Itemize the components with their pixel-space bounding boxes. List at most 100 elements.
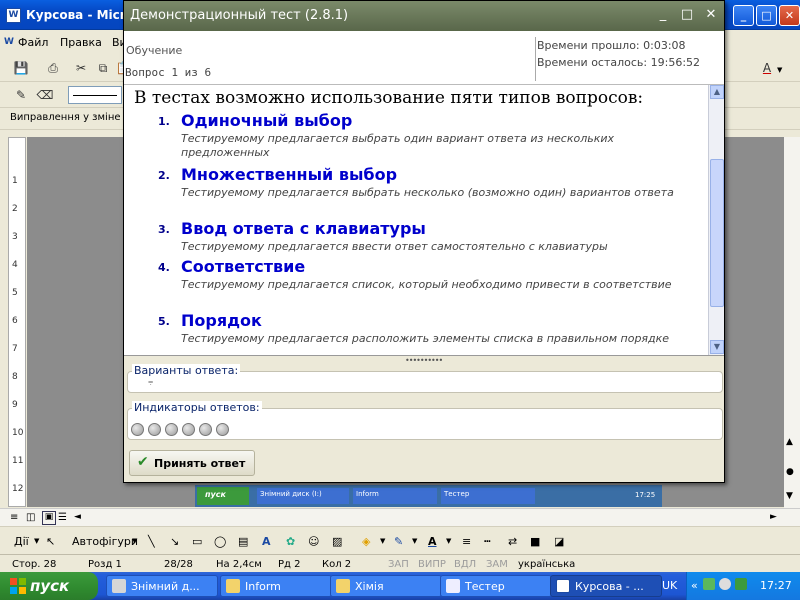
chevron-down-icon[interactable]: ▼: [132, 537, 137, 545]
thumb-task: Inform: [353, 488, 437, 504]
header-divider: [535, 37, 536, 81]
task-inform[interactable]: Inform: [220, 575, 332, 597]
status-trk[interactable]: ВИПР: [418, 559, 446, 570]
menu-file[interactable]: Файл: [18, 36, 48, 49]
shadow-icon[interactable]: ■: [530, 535, 540, 548]
item-title: Множественный выбор: [181, 165, 398, 184]
wordart-icon[interactable]: A: [262, 535, 271, 548]
status-language: українська: [518, 559, 576, 570]
task-label: Знімний д...: [131, 580, 200, 593]
3d-style-icon[interactable]: ◪: [554, 535, 564, 548]
rectangle-icon[interactable]: ▭: [192, 535, 202, 548]
document-vertical-scrollbar[interactable]: ▲ ● ▼: [784, 137, 800, 508]
dialog-title: Демонстрационный тест (2.8.1): [130, 8, 349, 23]
item-description: Тестируемому предлагается ввести ответ с…: [181, 240, 608, 253]
save-icon[interactable]: 💾: [12, 59, 30, 77]
accept-answer-button[interactable]: ✔ Принять ответ: [129, 450, 255, 476]
tray-expand-icon[interactable]: «: [691, 579, 698, 592]
previous-page-icon[interactable]: ▲: [786, 437, 793, 447]
taskbar: пуск Знімний д... Inform Хімія Тестер Ку…: [0, 572, 800, 600]
chevron-down-icon[interactable]: ▼: [446, 537, 451, 545]
task-word-document[interactable]: Курсова - ...: [550, 575, 662, 597]
task-label: Курсова - ...: [575, 580, 644, 593]
scroll-down-icon[interactable]: ▼: [710, 340, 724, 354]
scroll-right-icon[interactable]: ►: [770, 512, 777, 522]
chevron-down-icon[interactable]: ▼: [777, 66, 782, 74]
ruler-number: 2: [12, 204, 18, 214]
folder-icon: [226, 579, 240, 593]
outline-view-icon[interactable]: ☰: [58, 512, 67, 523]
safe-remove-icon[interactable]: [735, 578, 747, 590]
task-tester[interactable]: Тестер: [440, 575, 552, 597]
diagram-icon[interactable]: ✿: [286, 535, 295, 548]
line-style-icon[interactable]: ≡: [462, 535, 471, 548]
print-icon[interactable]: ⎙: [44, 59, 62, 77]
arrow-style-icon[interactable]: ⇄: [508, 535, 517, 548]
copy-icon[interactable]: ⧉: [94, 59, 112, 77]
task-removable-disk[interactable]: Знімний д...: [106, 575, 218, 597]
status-ovr[interactable]: ЗАМ: [486, 559, 508, 570]
question-scrollbar[interactable]: ▲ ▼: [708, 85, 724, 355]
eraser-icon[interactable]: ⌫: [36, 86, 54, 104]
splitter-grip-icon[interactable]: ••••••••••: [405, 356, 443, 365]
network-icon[interactable]: [703, 578, 715, 590]
menu-edit[interactable]: Правка: [60, 36, 102, 49]
maximize-icon[interactable]: □: [678, 7, 696, 23]
minimize-icon[interactable]: _: [733, 5, 754, 26]
dash-style-icon[interactable]: ┅: [484, 535, 491, 548]
track-changes-select[interactable]: Виправлення у зміне: [10, 112, 121, 123]
status-page: Стор. 28: [12, 559, 57, 570]
thumb-start-button: пуск: [197, 487, 249, 505]
scroll-up-icon[interactable]: ▲: [710, 85, 724, 99]
minimize-icon[interactable]: _: [654, 7, 672, 23]
answer-placeholder-icon: ⩦: [148, 377, 154, 387]
indicator-4: [182, 423, 195, 436]
chevron-down-icon[interactable]: ▼: [380, 537, 385, 545]
draw-menu[interactable]: Дії: [14, 535, 29, 548]
arrow-icon[interactable]: ↘: [170, 535, 179, 548]
pen-icon[interactable]: ✎: [12, 86, 30, 104]
autoshapes-menu[interactable]: Автофігури: [72, 535, 138, 548]
language-indicator[interactable]: UK: [662, 579, 677, 592]
scroll-thumb[interactable]: [710, 159, 724, 307]
scroll-left-icon[interactable]: ◄: [74, 512, 81, 522]
line-style-select[interactable]: [68, 86, 122, 104]
item-description: Тестируемому предлагается выбрать один в…: [181, 132, 615, 159]
chevron-down-icon[interactable]: ▼: [34, 537, 39, 545]
task-chemistry[interactable]: Хімія: [330, 575, 442, 597]
ruler-number: 5: [12, 288, 18, 298]
answer-options-label: Варианты ответа:: [132, 364, 241, 377]
chevron-down-icon[interactable]: ▼: [412, 537, 417, 545]
horizontal-scrollbar[interactable]: ≡ ◫ ▣ ☰ ◄ ►: [0, 508, 800, 526]
doc-icon: W: [4, 37, 14, 47]
clipart-icon[interactable]: ☺: [308, 535, 319, 548]
oval-icon[interactable]: ◯: [214, 535, 226, 548]
font-color-icon[interactable]: A: [428, 535, 437, 548]
ruler-number: 8: [12, 372, 18, 382]
print-layout-icon[interactable]: ▣: [42, 511, 56, 525]
cut-icon[interactable]: ✂: [72, 59, 90, 77]
close-icon[interactable]: ✕: [779, 5, 800, 26]
fill-color-icon[interactable]: ◈: [362, 535, 370, 548]
status-rec[interactable]: ЗАП: [388, 559, 409, 570]
start-button[interactable]: пуск: [0, 572, 98, 600]
volume-icon[interactable]: [719, 578, 731, 590]
status-ext[interactable]: ВДЛ: [454, 559, 476, 570]
normal-view-icon[interactable]: ≡: [10, 512, 18, 523]
task-label: Inform: [245, 580, 281, 593]
font-color-icon[interactable]: A: [758, 59, 776, 77]
picture-icon[interactable]: ▨: [332, 535, 342, 548]
web-view-icon[interactable]: ◫: [26, 512, 35, 523]
select-objects-icon[interactable]: ↖: [46, 535, 55, 548]
maximize-icon[interactable]: □: [756, 5, 777, 26]
next-page-icon[interactable]: ▼: [786, 491, 793, 501]
browse-object-icon[interactable]: ●: [786, 467, 794, 477]
close-icon[interactable]: ✕: [702, 7, 720, 23]
line-color-icon[interactable]: ✎: [394, 535, 403, 548]
pane-splitter[interactable]: ••••••••••: [124, 355, 724, 365]
item-number: 2.: [158, 169, 170, 182]
answer-indicators-label: Индикаторы ответов:: [132, 401, 262, 414]
text-box-icon[interactable]: ▤: [238, 535, 248, 548]
line-icon[interactable]: ╲: [148, 535, 155, 548]
answer-options-group: Варианты ответа: ⩦: [127, 364, 723, 393]
